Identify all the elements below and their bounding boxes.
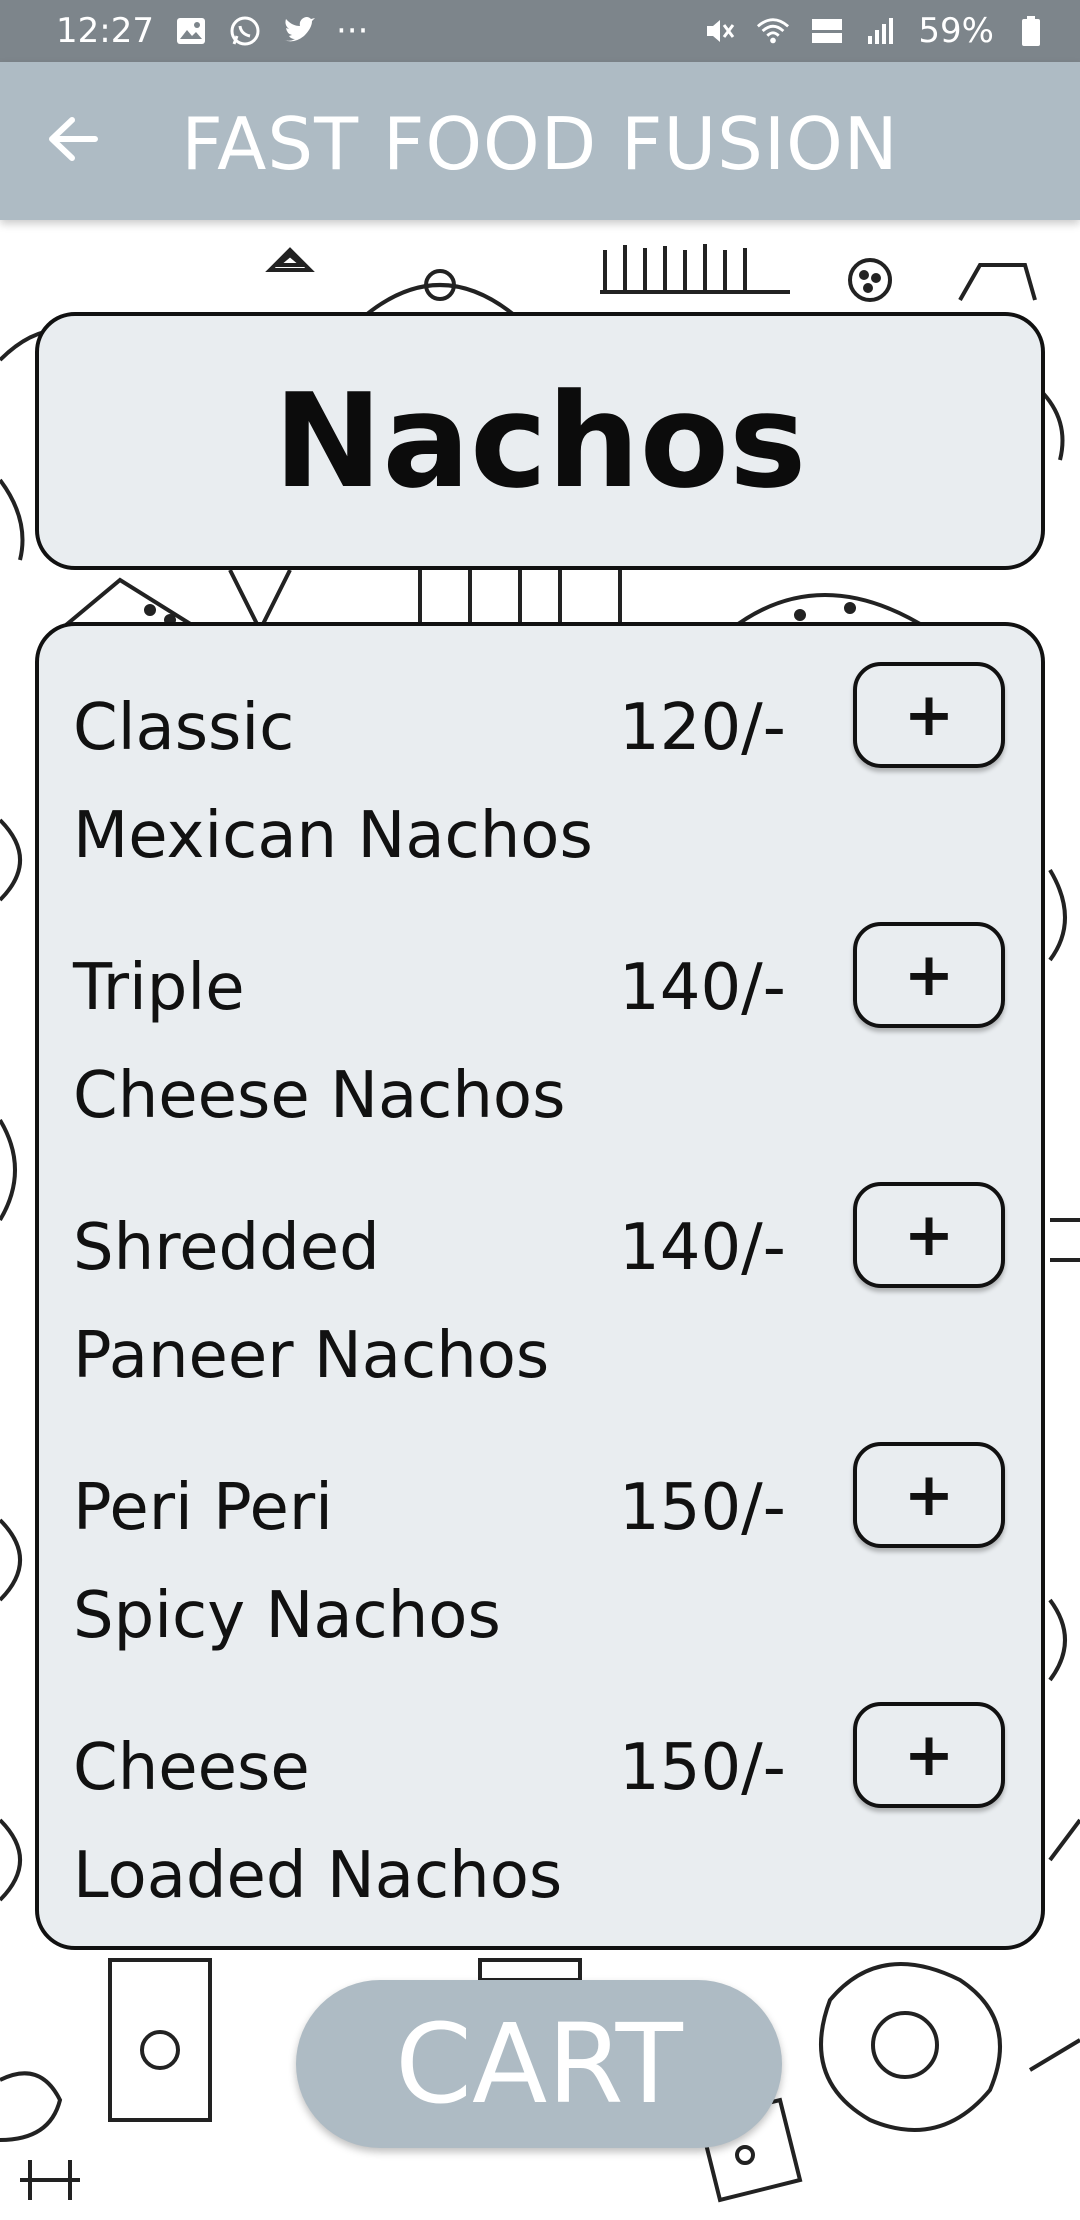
item-price: 140/-	[619, 951, 786, 1025]
item-name: Cheese Loaded Nachos	[73, 1714, 633, 1930]
add-to-cart-button[interactable]: +	[853, 922, 1005, 1028]
item-price: 140/-	[619, 1211, 786, 1285]
add-to-cart-button[interactable]: +	[853, 1182, 1005, 1288]
menu-item: Triple Cheese Nachos 140/- +	[39, 886, 1049, 1146]
app-title: FAST FOOD FUSION	[181, 102, 899, 186]
category-header-card: Nachos	[35, 312, 1045, 570]
volte-icon	[810, 14, 844, 48]
item-name-line2: Paneer Nachos	[73, 1319, 550, 1393]
item-name-line1: Classic	[73, 691, 295, 765]
item-name-line1: Cheese	[73, 1731, 310, 1805]
battery-icon	[1014, 14, 1048, 48]
whatsapp-icon	[228, 14, 262, 48]
menu-card: Classic Mexican Nachos 120/- + Triple Ch…	[35, 622, 1045, 1950]
item-name: Shredded Paneer Nachos	[73, 1194, 633, 1410]
item-name-line1: Shredded	[73, 1211, 380, 1285]
twitter-icon	[282, 14, 316, 48]
cart-button[interactable]: CART	[296, 1980, 782, 2148]
gallery-icon	[174, 14, 208, 48]
item-name-line1: Triple	[73, 951, 245, 1025]
battery-percentage: 59%	[918, 11, 994, 51]
item-name-line2: Loaded Nachos	[73, 1839, 563, 1913]
signal-icon	[864, 14, 898, 48]
item-name-line2: Mexican Nachos	[73, 799, 593, 873]
menu-item: Peri Peri Spicy Nachos 150/- +	[39, 1406, 1049, 1666]
item-name: Peri Peri Spicy Nachos	[73, 1454, 633, 1670]
menu-item: Cheese Loaded Nachos 150/- +	[39, 1666, 1049, 1926]
add-to-cart-button[interactable]: +	[853, 1442, 1005, 1548]
status-bar: 12:27 ··· 59%	[0, 0, 1080, 62]
item-price: 120/-	[619, 691, 786, 765]
item-price: 150/-	[619, 1471, 786, 1545]
more-notifications-indicator: ···	[335, 11, 369, 51]
wifi-icon	[756, 14, 790, 48]
menu-item: Shredded Paneer Nachos 140/- +	[39, 1146, 1049, 1406]
item-name: Classic Mexican Nachos	[73, 674, 633, 890]
app-bar: FAST FOOD FUSION	[0, 62, 1080, 220]
item-name-line1: Peri Peri	[73, 1471, 333, 1545]
add-to-cart-button[interactable]: +	[853, 662, 1005, 768]
category-title: Nachos	[273, 365, 807, 517]
status-bar-left: 12:27 ···	[56, 11, 368, 51]
item-name: Triple Cheese Nachos	[73, 934, 633, 1150]
status-time: 12:27	[56, 11, 154, 51]
item-name-line2: Cheese Nachos	[73, 1059, 566, 1133]
mute-icon	[702, 14, 736, 48]
add-to-cart-button[interactable]: +	[853, 1702, 1005, 1808]
menu-item: Classic Mexican Nachos 120/- +	[39, 626, 1049, 886]
status-bar-right: 59%	[702, 11, 1048, 51]
item-price: 150/-	[619, 1731, 786, 1805]
item-name-line2: Spicy Nachos	[73, 1579, 501, 1653]
